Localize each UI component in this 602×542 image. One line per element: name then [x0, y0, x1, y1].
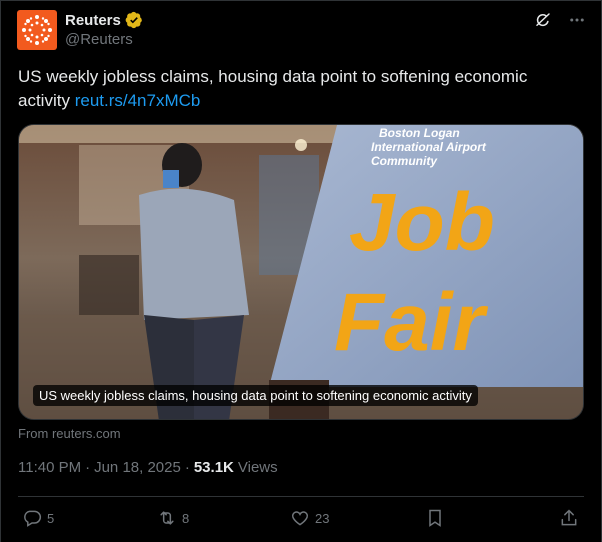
avatar[interactable] [17, 10, 57, 50]
header-actions [533, 10, 587, 30]
reply-icon [24, 510, 42, 527]
like-button[interactable]: 23 [290, 508, 329, 528]
post-text: US weekly jobless claims, housing data p… [18, 65, 578, 113]
author-name-row: Reuters [65, 11, 143, 29]
views-count: 53.1K [193, 459, 234, 476]
sign-line-1: Boston Logan [379, 126, 460, 140]
media-caption: US weekly jobless claims, housing data p… [33, 385, 478, 406]
verified-badge-icon[interactable] [125, 11, 143, 29]
sign-word-fair: Fair [334, 277, 488, 368]
more-icon[interactable] [567, 10, 587, 30]
bookmark-button[interactable] [425, 508, 445, 528]
like-icon [291, 511, 309, 526]
repost-button[interactable]: 8 [157, 508, 189, 528]
repost-count: 8 [182, 510, 190, 526]
share-icon [561, 509, 577, 526]
sign-line-3: Community [371, 154, 438, 168]
post-date[interactable]: Jun 18, 2025 [94, 459, 181, 476]
meta-separator-2: · [184, 459, 190, 476]
post-time[interactable]: 11:40 PM [18, 459, 81, 476]
post-media-image[interactable]: Boston Logan International Airport Commu… [18, 124, 584, 420]
reply-count: 5 [47, 510, 55, 526]
post-meta: 11:40 PM · Jun 18, 2025 · 53.1K Views [18, 459, 278, 476]
action-bar: 5 8 23 [18, 508, 584, 532]
like-count: 23 [315, 510, 330, 526]
bookmark-icon [429, 509, 441, 527]
meta-separator: · [85, 459, 91, 476]
actions-divider [18, 496, 584, 497]
sign-line-2: International Airport [371, 140, 487, 154]
post-link[interactable]: reut.rs/4n7xMCb [75, 91, 201, 110]
author-name[interactable]: Reuters [65, 12, 121, 29]
author-handle[interactable]: @Reuters [65, 31, 133, 48]
sign-word-job: Job [349, 177, 495, 268]
grok-icon[interactable] [533, 10, 553, 30]
share-button[interactable] [559, 508, 579, 528]
repost-icon [160, 511, 174, 525]
views-label: Views [237, 459, 278, 476]
post-header: Reuters @Reuters [17, 9, 587, 51]
reuters-logo-icon [22, 15, 52, 45]
reply-button[interactable]: 5 [22, 508, 54, 528]
job-fair-photo: Boston Logan International Airport Commu… [19, 125, 583, 419]
link-source[interactable]: From reuters.com [18, 426, 121, 441]
